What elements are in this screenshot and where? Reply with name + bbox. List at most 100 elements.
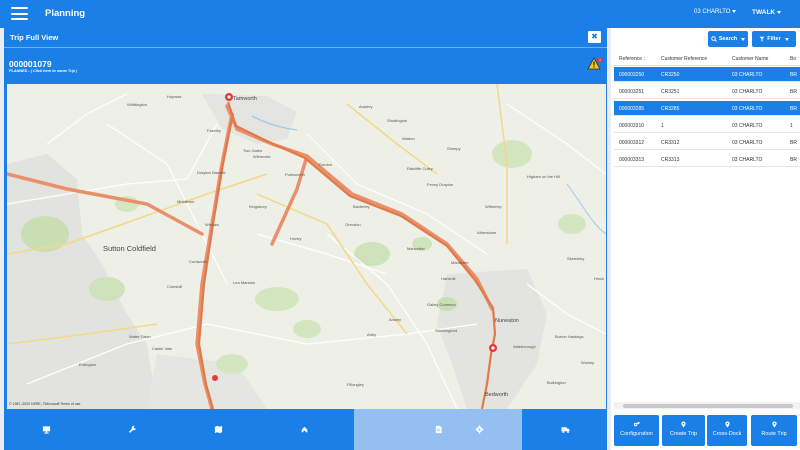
cell-reference: 000003285 <box>619 106 645 112</box>
table-row[interactable]: 000003285 CR3285 03 CHARLTO BR <box>614 101 800 116</box>
map-copyright: © 1987–2020 HERE, ©Microsoft Terms of us… <box>9 402 81 406</box>
map-label-hartshill: Hartshill <box>441 276 456 281</box>
cell-bo: BR <box>790 106 797 112</box>
vehicle-button[interactable] <box>523 409 607 450</box>
trip-route-map[interactable]: Sutton Coldfield Tamworth Nuneaton Bedwo… <box>7 84 606 409</box>
map-label-witherley: Witherley <box>485 204 502 209</box>
cell-reference: 000003312 <box>619 140 645 146</box>
trip-status-link[interactable]: PLANNED - ( Click here to name Trip ) <box>9 69 77 73</box>
map-label-kingsbury: Kingsbury <box>249 204 267 209</box>
column-header-reference[interactable]: Reference ↕ <box>619 56 646 62</box>
table-row[interactable]: 000003312 CR3312 03 CHARLTO BR <box>614 135 800 150</box>
map-marker-icon <box>681 421 686 428</box>
map-label-mancetter: Mancetter <box>451 260 469 265</box>
user-dropdown[interactable]: TWALK <box>752 9 782 16</box>
table-row[interactable]: 000003313 CR3313 03 CHARLTO BR <box>614 152 800 167</box>
route-end-pin <box>489 344 497 352</box>
map-label-arley: Arley <box>367 332 377 337</box>
settings-button[interactable] <box>437 409 521 450</box>
search-icon <box>711 36 717 42</box>
cross-dock-label: Cross-Dock <box>712 431 742 437</box>
map-label-lea-marston: Lea Marston <box>233 280 256 285</box>
svg-text:!: ! <box>599 58 600 63</box>
map-label-austrey: Austrey <box>359 104 373 109</box>
search-button[interactable]: Search <box>708 31 748 47</box>
map-label-nuneaton: Nuneaton <box>495 318 519 324</box>
cell-reference: 000003250 <box>619 72 645 78</box>
horizontal-scrollbar[interactable] <box>614 402 800 409</box>
column-header-customer-reference[interactable]: Customer Reference <box>661 56 707 62</box>
map-label-stockingford: Stockingford <box>435 328 458 333</box>
route-waypoint-pin <box>212 375 218 381</box>
map-label-water-orton: Water Orton <box>129 334 151 339</box>
sort-icon: ↕ <box>643 56 646 62</box>
map-label-fillongley: Fillongley <box>347 382 364 387</box>
gear-icon <box>474 425 484 434</box>
search-label: Search <box>718 36 738 42</box>
trip-panel-header: Trip Full View ✖ <box>4 28 607 46</box>
cell-bo: BR <box>790 89 797 95</box>
chevron-down-icon <box>732 9 737 13</box>
cell-reference: 000003251 <box>619 89 645 95</box>
location-dropdown[interactable]: 03 CHARLTO <box>694 9 737 15</box>
cell-customer-name: 03 CHARLTO <box>732 157 763 163</box>
cell-reference: 000003310 <box>619 123 645 129</box>
cell-bo: BR <box>790 157 797 163</box>
cell-customer-name: 03 CHARLTO <box>732 89 763 95</box>
map-label-shuttington: Shuttington <box>387 118 408 123</box>
cell-customer-name: 03 CHARLTO <box>732 106 763 112</box>
map-label-grendon: Grendon <box>345 222 361 227</box>
monitor-button[interactable] <box>4 409 88 450</box>
cell-bo: 1 <box>790 123 793 129</box>
scrollbar-thumb[interactable] <box>623 403 793 408</box>
column-header-customer-name[interactable]: Customer Name <box>732 56 768 62</box>
create-trip-button[interactable]: Create Trip <box>662 415 705 446</box>
column-header-bo[interactable]: Bo <box>790 56 796 62</box>
trip-full-view-panel: Trip Full View ✖ 000001079 PLANNED - ( C… <box>4 28 607 450</box>
create-trip-label: Create Trip <box>669 431 698 437</box>
configuration-label: Configuration <box>620 431 653 437</box>
map-label-fazeley: Fazeley <box>207 128 222 133</box>
tools-button[interactable] <box>90 409 174 450</box>
table-row[interactable]: 000003250 CR3250 03 CHARLTO BR <box>614 67 800 82</box>
wrench-icon <box>128 425 136 433</box>
map-label-sketchley: Sketchley <box>567 256 585 261</box>
map-label-ratcliffe: Ratcliffe Culey <box>407 166 433 171</box>
chevron-up-icon <box>300 426 308 433</box>
map-label-atherstone: Atherstone <box>477 230 497 235</box>
warning-icon[interactable]: ! <box>587 57 603 71</box>
chevron-down-icon <box>741 37 746 41</box>
chevron-down-icon <box>784 37 789 41</box>
hamburger-menu-icon[interactable] <box>11 7 28 20</box>
column-label: Reference <box>619 56 643 62</box>
map-label-bulkington: Bulkington <box>547 380 566 385</box>
map-label-drayton-bassett: Drayton Bassett <box>197 170 226 175</box>
map-label-higham: Higham on the Hill <box>527 174 560 179</box>
cell-customer-name: 03 CHARLTO <box>732 72 763 78</box>
cell-customer-name: 03 CHARLTO <box>732 123 763 129</box>
map-marker-icon <box>724 421 730 428</box>
cogs-icon <box>633 421 640 427</box>
map-label-mancetter-2: Mancetter <box>407 246 425 251</box>
route-trip-button[interactable]: Route Trip <box>751 415 797 446</box>
map-view-button[interactable] <box>176 409 260 450</box>
cross-dock-button[interactable]: Cross-Dock <box>707 415 747 446</box>
map-label-erdington: Erdington <box>79 362 97 367</box>
map-label-sheepy: Sheepy <box>447 146 461 151</box>
map-label-coleshill: Coleshill <box>167 284 183 289</box>
collapse-up-button[interactable] <box>262 409 346 450</box>
table-row[interactable]: 000003251 CR3251 03 CHARLTO BR <box>614 84 800 99</box>
trip-number: 000001079 <box>9 59 52 69</box>
trip-info-bar: 000001079 PLANNED - ( Click here to name… <box>4 47 607 83</box>
map-label-castle-vale: Castle Vale <box>152 346 173 351</box>
close-button[interactable]: ✖ <box>588 31 601 43</box>
orders-panel: Search Filter Reference ↕ Customer Refer… <box>611 28 800 450</box>
map-label-bedworth: Bedworth <box>485 392 509 398</box>
route-trip-label: Route Trip <box>761 431 787 437</box>
truck-icon <box>560 427 570 434</box>
map-label-hurley: Hurley <box>290 236 302 241</box>
table-row[interactable]: 000003310 1 03 CHARLTO 1 <box>614 118 800 133</box>
filter-button[interactable]: Filter <box>752 31 796 47</box>
map-label-sutton-coldfield: Sutton Coldfield <box>103 244 156 253</box>
configuration-button[interactable]: Configuration <box>614 415 659 446</box>
